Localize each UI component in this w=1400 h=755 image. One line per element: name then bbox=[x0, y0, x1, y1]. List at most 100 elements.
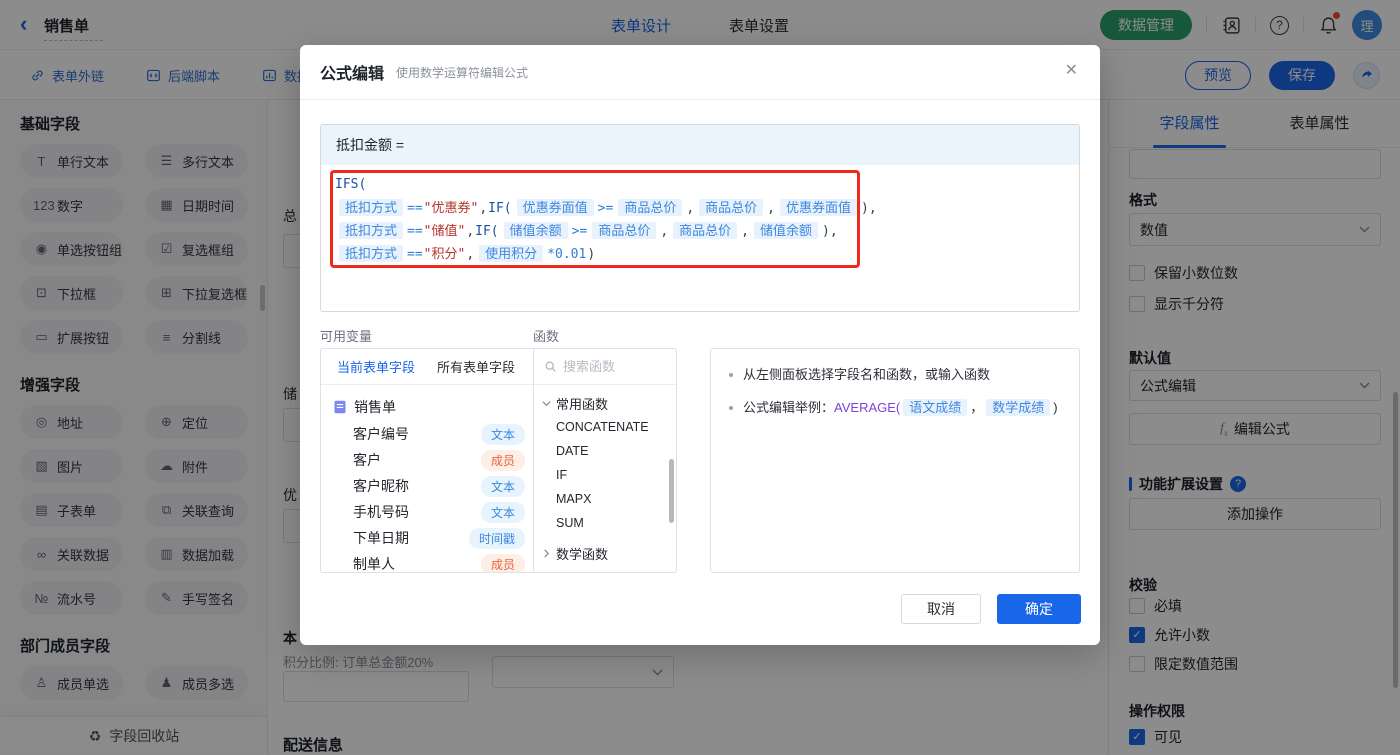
formula-editor[interactable]: 抵扣金额 = IFS( 抵扣方式=="优惠券",IF(优惠券面值>=商品总价,商… bbox=[320, 124, 1080, 312]
variable-field-row[interactable]: 客户昵称 文本 bbox=[321, 473, 541, 499]
function-item[interactable]: MAPX bbox=[534, 487, 676, 511]
cancel-button[interactable]: 取消 bbox=[901, 594, 981, 624]
tip-line: 从左侧面板选择字段名和函数，或输入函数 bbox=[729, 365, 1065, 385]
function-group-name: 常用函数 bbox=[556, 394, 608, 413]
function-item[interactable]: SUM bbox=[534, 511, 676, 535]
variable-field-row[interactable]: 客户编号 文本 bbox=[321, 421, 541, 447]
field-type-badge: 成员 bbox=[481, 554, 525, 574]
function-group: 文本函数 bbox=[534, 571, 676, 573]
variable-field-name: 客户 bbox=[353, 450, 381, 470]
function-group-header[interactable]: 常用函数 bbox=[534, 391, 676, 415]
formula-token: , bbox=[466, 224, 474, 239]
function-item[interactable]: IF bbox=[534, 463, 676, 487]
formula-token: "优惠券" bbox=[424, 201, 479, 216]
variable-field-name: 客户编号 bbox=[353, 424, 409, 444]
search-icon bbox=[544, 360, 557, 373]
field-type-badge: 时间戳 bbox=[469, 528, 525, 549]
formula-token: == bbox=[407, 201, 423, 216]
form-designer-screen: ‹ 销售单 表单设计表单设置 数据管理 ? bbox=[0, 0, 1400, 755]
formula-token: 优惠券面值 bbox=[517, 199, 594, 216]
functions-panel: 常用函数 CONCATENATEDATEIFMAPXSUM 数学函数 bbox=[533, 348, 677, 573]
function-item[interactable]: CONCATENATE bbox=[534, 415, 676, 439]
example-field-chip: 数学成绩 bbox=[986, 399, 1050, 416]
function-group: 常用函数 CONCATENATEDATEIFMAPXSUM bbox=[534, 391, 676, 535]
formula-editor-modal: 公式编辑 使用数学运算符编辑公式 ✕ 抵扣金额 = IFS( 抵扣方式=="优惠… bbox=[300, 45, 1100, 645]
variable-field-name: 制单人 bbox=[353, 554, 395, 573]
variable-field-row[interactable]: 制单人 成员 bbox=[321, 551, 541, 573]
variable-field-row[interactable]: 客户 成员 bbox=[321, 447, 541, 473]
formula-token: 商品总价 bbox=[592, 222, 656, 239]
formula-token: 商品总价 bbox=[673, 222, 737, 239]
formula-target-bar: 抵扣金额 = bbox=[321, 125, 1079, 165]
function-search-input[interactable] bbox=[563, 359, 655, 374]
function-search bbox=[534, 349, 676, 385]
formula-token: 储值余额 bbox=[754, 222, 818, 239]
modal-subtitle: 使用数学运算符编辑公式 bbox=[396, 64, 528, 81]
formula-line: 抵扣方式=="优惠券",IF(优惠券面值>=商品总价,商品总价,优惠券面值), bbox=[335, 196, 1079, 219]
example-function-name: AVERAGE( bbox=[834, 400, 900, 415]
variable-field-row[interactable]: 下单日期 时间戳 bbox=[321, 525, 541, 551]
field-type-badge: 文本 bbox=[481, 476, 525, 497]
chevron-right-icon bbox=[542, 399, 551, 408]
formula-token: "储值" bbox=[424, 224, 466, 239]
form-name: 销售单 bbox=[354, 397, 396, 417]
formula-token: , bbox=[741, 224, 749, 239]
close-icon[interactable]: ✕ bbox=[1065, 63, 1078, 79]
formula-token: , bbox=[466, 247, 474, 262]
variables-label: 可用变量 bbox=[320, 326, 372, 345]
formula-token: == bbox=[407, 247, 423, 262]
formula-token: 抵扣方式 bbox=[339, 245, 403, 262]
variable-field-name: 下单日期 bbox=[353, 528, 409, 548]
formula-token: 使用积分 bbox=[479, 245, 543, 262]
variables-panel: 当前表单字段 所有表单字段 销售单 客户编号 文本 客户 成员 客户昵称 文本 bbox=[320, 348, 542, 573]
formula-token: 储值余额 bbox=[504, 222, 568, 239]
formula-code-area[interactable]: IFS( 抵扣方式=="优惠券",IF(优惠券面值>=商品总价,商品总价,优惠券… bbox=[321, 165, 1079, 265]
formula-token: 商品总价 bbox=[618, 199, 682, 216]
formula-token: IF( bbox=[475, 224, 498, 239]
formula-token: ), bbox=[822, 224, 838, 239]
field-type-badge: 文本 bbox=[481, 502, 525, 523]
formula-token: , bbox=[479, 201, 487, 216]
modal-header: 公式编辑 使用数学运算符编辑公式 ✕ bbox=[300, 45, 1100, 100]
chevron-right-icon bbox=[542, 549, 551, 558]
formula-token: *0.01 bbox=[547, 247, 586, 262]
variable-field-name: 手机号码 bbox=[353, 502, 409, 522]
formula-target-label: 抵扣金额 = bbox=[336, 135, 404, 155]
formula-line: 抵扣方式=="积分",使用积分*0.01) bbox=[335, 242, 1079, 265]
field-type-badge: 成员 bbox=[481, 450, 525, 471]
formula-token: , bbox=[660, 224, 668, 239]
formula-line: 抵扣方式=="储值",IF(储值余额>=商品总价,商品总价,储值余额), bbox=[335, 219, 1079, 242]
formula-line: IFS( bbox=[335, 173, 1079, 196]
variables-tab[interactable]: 当前表单字段 bbox=[337, 357, 415, 376]
function-group-name: 数学函数 bbox=[556, 544, 608, 563]
variable-field-row[interactable]: 手机号码 文本 bbox=[321, 499, 541, 525]
formula-token: ), bbox=[861, 201, 877, 216]
formula-token: == bbox=[407, 224, 423, 239]
formula-token: >= bbox=[572, 224, 588, 239]
function-group-header[interactable]: 文本函数 bbox=[534, 571, 676, 573]
tip-example-line: 公式编辑举例：AVERAGE(语文成绩，数学成绩) bbox=[729, 398, 1065, 418]
formula-token: IFS( bbox=[335, 177, 366, 192]
formula-token: , bbox=[767, 201, 775, 216]
tips-panel: 从左侧面板选择字段名和函数，或输入函数 公式编辑举例：AVERAGE(语文成绩，… bbox=[710, 348, 1080, 573]
confirm-button[interactable]: 确定 bbox=[997, 594, 1081, 624]
formula-token: ) bbox=[587, 247, 595, 262]
function-group: 数学函数 bbox=[534, 541, 676, 565]
functions-scrollbar-thumb[interactable] bbox=[669, 459, 674, 523]
form-tree-root[interactable]: 销售单 bbox=[321, 385, 541, 421]
formula-token: 抵扣方式 bbox=[339, 199, 403, 216]
variables-tab[interactable]: 所有表单字段 bbox=[437, 357, 515, 376]
variable-field-name: 客户昵称 bbox=[353, 476, 409, 496]
formula-token: 优惠券面值 bbox=[780, 199, 857, 216]
formula-token: 抵扣方式 bbox=[339, 222, 403, 239]
variables-tabs: 当前表单字段 所有表单字段 bbox=[321, 349, 541, 385]
formula-token: IF( bbox=[488, 201, 511, 216]
functions-label: 函数 bbox=[533, 326, 559, 345]
example-field-chip: 语文成绩 bbox=[903, 399, 967, 416]
form-doc-icon bbox=[333, 400, 347, 414]
formula-token: 商品总价 bbox=[699, 199, 763, 216]
function-item[interactable]: DATE bbox=[534, 439, 676, 463]
function-group-header[interactable]: 数学函数 bbox=[534, 541, 676, 565]
formula-token: , bbox=[686, 201, 694, 216]
field-type-badge: 文本 bbox=[481, 424, 525, 445]
